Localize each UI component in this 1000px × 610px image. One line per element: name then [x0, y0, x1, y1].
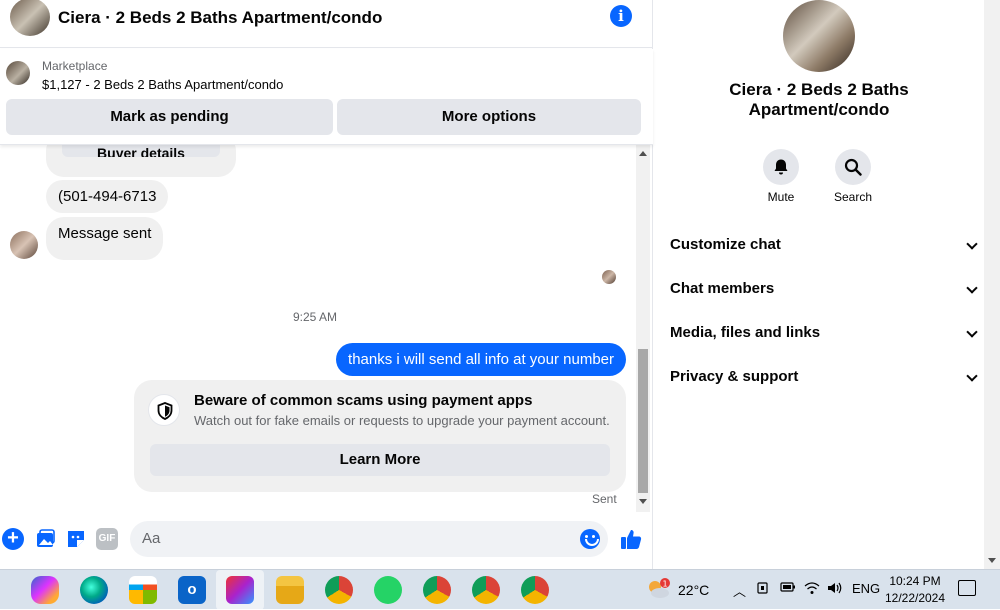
contact-name-line2: Apartment/condo: [748, 100, 890, 119]
outlook-icon[interactable]: o: [178, 576, 206, 604]
scroll-down-arrow-icon[interactable]: [639, 499, 647, 504]
chat-details-panel: Ciera · 2 Beds 2 Baths Apartment/condo M…: [654, 0, 984, 569]
temperature[interactable]: 22°C: [678, 582, 709, 598]
notification-icon[interactable]: [958, 580, 976, 596]
scroll-up-arrow-icon[interactable]: [639, 151, 647, 156]
seen-indicator-avatar: [602, 270, 616, 284]
learn-more-button[interactable]: Learn More: [150, 444, 610, 476]
chevron-up-icon[interactable]: ︿: [733, 581, 746, 600]
sticker-icon[interactable]: [65, 528, 87, 550]
message-scrollbar[interactable]: [636, 145, 650, 512]
section-media-files-links[interactable]: Media, files and links: [670, 324, 978, 341]
message-input-placeholder: Aa: [142, 530, 161, 547]
bell-icon: [774, 159, 788, 175]
plus-icon[interactable]: +: [2, 528, 24, 550]
copilot-icon[interactable]: [31, 576, 59, 604]
section-privacy-support[interactable]: Privacy & support: [670, 368, 978, 385]
contact-avatar[interactable]: [10, 0, 50, 36]
messenger-app: Ciera · 2 Beds 2 Baths Apartment/condo i…: [0, 0, 1000, 569]
search-label: Search: [833, 190, 873, 204]
windows-taskbar: o 1 22°C ︿ ENG 10:24 PM 12/22/2024: [0, 569, 1000, 610]
scam-warning-title: Beware of common scams using payment app…: [194, 392, 533, 409]
chevron-down-icon: [966, 370, 978, 382]
contact-profile-photo[interactable]: [783, 0, 855, 72]
language-indicator[interactable]: ENG: [852, 581, 880, 596]
emoji-icon[interactable]: [580, 529, 600, 549]
mute-button[interactable]: [763, 149, 799, 185]
chat-pane: Ciera · 2 Beds 2 Baths Apartment/condo i…: [0, 0, 653, 569]
contact-name: Ciera · 2 Beds 2 Baths Apartment/condo: [654, 80, 984, 120]
chrome-profile-icon[interactable]: [521, 576, 549, 604]
buyer-details-button[interactable]: Buyer details: [62, 145, 220, 157]
clock-time: 10:24 PM: [889, 574, 941, 588]
scam-warning-description: Watch out for fake emails or requests to…: [194, 413, 610, 428]
chevron-down-icon: [966, 282, 978, 294]
message-timestamp: 9:25 AM: [292, 310, 338, 324]
more-options-button[interactable]: More options: [337, 99, 641, 135]
system-clock[interactable]: 10:24 PM 12/22/2024: [882, 573, 948, 607]
info-icon[interactable]: i: [610, 5, 632, 27]
page-scrollbar[interactable]: [984, 0, 1000, 569]
section-label: Chat members: [670, 280, 775, 297]
chrome-profile-icon[interactable]: [423, 576, 451, 604]
message-input[interactable]: Aa: [130, 521, 608, 557]
image-icon[interactable]: [34, 528, 56, 550]
chat-title[interactable]: Ciera · 2 Beds 2 Baths Apartment/condo: [58, 8, 382, 28]
message-bubble-phone: (501-494-6713: [46, 180, 169, 213]
mute-label: Mute: [767, 190, 795, 204]
battery-icon[interactable]: [780, 581, 796, 596]
search-icon: [844, 158, 862, 176]
section-chat-members[interactable]: Chat members: [670, 280, 978, 297]
wifi-icon[interactable]: [804, 581, 820, 598]
file-explorer-icon[interactable]: [276, 576, 304, 604]
chat-header: Ciera · 2 Beds 2 Baths Apartment/condo i: [0, 0, 653, 48]
active-app-icon[interactable]: [226, 576, 254, 604]
chrome-profile-icon[interactable]: [472, 576, 500, 604]
search-button[interactable]: [835, 149, 871, 185]
mark-as-pending-button[interactable]: Mark as pending: [6, 99, 333, 135]
marketplace-banner: Marketplace $1,127 - 2 Beds 2 Baths Apar…: [0, 49, 653, 145]
chevron-down-icon: [966, 238, 978, 250]
listing-price-title[interactable]: $1,127 - 2 Beds 2 Baths Apartment/condo: [42, 77, 283, 92]
gif-icon[interactable]: GIF: [96, 528, 118, 550]
marketplace-label: Marketplace: [42, 59, 108, 73]
section-label: Media, files and links: [670, 324, 821, 341]
whatsapp-icon[interactable]: [374, 576, 402, 604]
like-thumbs-up-icon[interactable]: [620, 528, 642, 550]
volume-icon[interactable]: [827, 581, 843, 598]
message-bubble-partial: Buyer details: [46, 145, 236, 177]
section-customize-chat[interactable]: Customize chat: [670, 236, 978, 253]
shield-icon: [148, 394, 180, 426]
clock-date: 12/22/2024: [884, 591, 946, 605]
contact-name-line1: Ciera · 2 Beds 2 Baths: [729, 80, 909, 99]
chevron-down-icon: [966, 326, 978, 338]
device-icon[interactable]: [756, 581, 770, 598]
weather-icon[interactable]: 1: [646, 578, 670, 600]
section-label: Privacy & support: [670, 368, 799, 385]
scam-warning-card: Beware of common scams using payment app…: [134, 380, 626, 492]
listing-thumbnail[interactable]: [6, 61, 30, 85]
edge-browser-icon[interactable]: [80, 576, 108, 604]
microsoft-store-icon[interactable]: [129, 576, 157, 604]
sender-avatar[interactable]: [10, 231, 38, 259]
message-bubble-status: Message sent: [46, 217, 164, 260]
scroll-down-arrow-icon[interactable]: [988, 558, 996, 563]
weather-badge: 1: [662, 580, 667, 589]
message-list: Buyer details (501-494-6713 Message sent…: [0, 145, 636, 512]
message-composer: + GIF Aa: [0, 518, 653, 560]
my-message-bubble: thanks i will send all info at your numb…: [336, 343, 626, 376]
delivery-status: Sent: [592, 492, 617, 506]
chrome-icon[interactable]: [325, 576, 353, 604]
section-label: Customize chat: [670, 236, 781, 253]
scrollbar-thumb[interactable]: [638, 349, 648, 493]
